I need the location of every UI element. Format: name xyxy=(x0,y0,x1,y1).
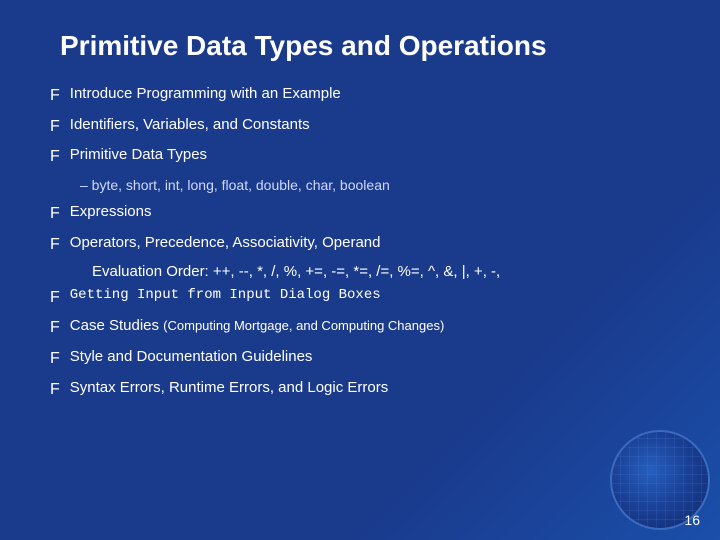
bullet-arrow: F xyxy=(50,346,60,372)
bullet-arrow: F xyxy=(50,232,60,258)
page-number: 16 xyxy=(684,512,700,528)
bullet-arrow: F xyxy=(50,315,60,341)
case-studies-detail: (Computing Mortgage, and Computing Chang… xyxy=(163,318,444,333)
bullet-arrow: F xyxy=(50,201,60,227)
bullet-text: Identifiers, Variables, and Constants xyxy=(70,113,310,137)
list-item: F Primitive Data Types xyxy=(50,143,670,170)
bullet-text: Case Studies (Computing Mortgage, and Co… xyxy=(70,314,445,338)
bullet-text: Introduce Programming with an Example xyxy=(70,82,341,106)
operators-continuation: Evaluation Order: ++, --, *, /, %, +=, -… xyxy=(92,261,670,284)
bullet-arrow: F xyxy=(50,144,60,170)
bullet-text-mono: Getting Input from Input Dialog Boxes xyxy=(70,284,381,306)
slide: Primitive Data Types and Operations F In… xyxy=(0,0,720,540)
list-item: F Operators, Precedence, Associativity, … xyxy=(50,231,670,258)
bullet-arrow: F xyxy=(50,83,60,109)
list-item: F Style and Documentation Guidelines xyxy=(50,345,670,372)
bullet-text: Primitive Data Types xyxy=(70,143,207,167)
bullet-text: Operators, Precedence, Associativity, Op… xyxy=(70,231,381,255)
bullet-arrow: F xyxy=(50,114,60,140)
list-item: F Identifiers, Variables, and Constants xyxy=(50,113,670,140)
bullet-text: Expressions xyxy=(70,200,152,224)
list-item: F Getting Input from Input Dialog Boxes xyxy=(50,284,670,311)
list-item: F Introduce Programming with an Example xyxy=(50,82,670,109)
list-item: F Expressions xyxy=(50,200,670,227)
case-studies-label: Case Studies xyxy=(70,317,163,334)
list-item: F Case Studies (Computing Mortgage, and … xyxy=(50,314,670,341)
slide-title: Primitive Data Types and Operations xyxy=(60,30,670,62)
bullet-text: Syntax Errors, Runtime Errors, and Logic… xyxy=(70,376,388,400)
bullet-arrow: F xyxy=(50,377,60,403)
bullet-text: Style and Documentation Guidelines xyxy=(70,345,313,369)
content-area: F Introduce Programming with an Example … xyxy=(50,82,670,402)
bullet-arrow: F xyxy=(50,285,60,311)
sub-item: – byte, short, int, long, float, double,… xyxy=(80,174,670,196)
list-item: F Syntax Errors, Runtime Errors, and Log… xyxy=(50,376,670,403)
